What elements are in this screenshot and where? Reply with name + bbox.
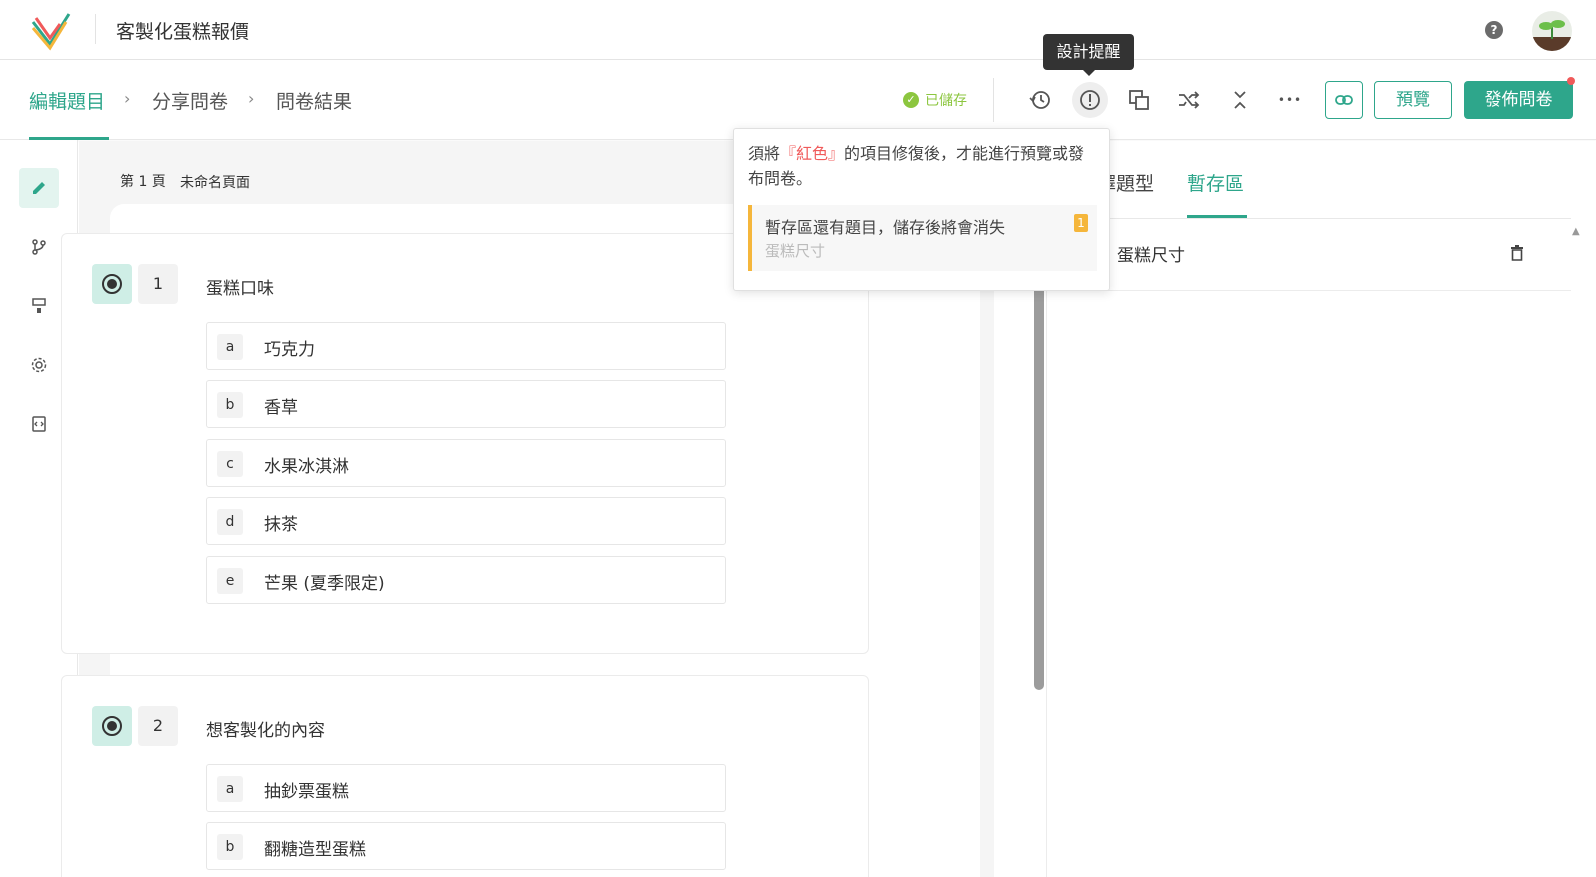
copy-icon[interactable] [1124,85,1154,115]
option-row[interactable]: e 芒果 (夏季限定) [206,556,726,604]
staging-warning-item[interactable]: 蛋糕尺寸 [765,240,825,261]
trash-icon[interactable] [1510,245,1524,265]
question-number: 2 [138,706,178,746]
edit-icon[interactable] [19,168,59,208]
option-text[interactable]: 水果冰淇淋 [264,452,349,477]
code-icon[interactable] [19,404,59,444]
link-icon [1335,95,1353,105]
option-key: b [217,392,243,418]
copy-link-button[interactable] [1325,81,1363,119]
question-title[interactable]: 蛋糕口味 [206,274,274,299]
option-text[interactable]: 芒果 (夏季限定) [264,569,385,594]
survey-title[interactable]: 客製化蛋糕報價 [116,17,249,44]
paint-roller-icon[interactable] [19,286,59,326]
question-number: 1 [138,264,178,304]
tab-divider [1047,218,1571,219]
staging-warning-title: 暫存區還有題目，儲存後將會消失 [765,218,1006,237]
branch-icon[interactable] [19,227,59,267]
step-share-survey[interactable]: 分享問卷 [152,87,228,114]
option-text[interactable]: 巧克力 [264,335,315,360]
question-card[interactable]: 1 蛋糕口味 a 巧克力 b 香草 c 水果冰淇淋 d 抹茶 e 芒果 (夏季限… [61,233,869,654]
history-icon[interactable] [1025,85,1055,115]
gear-icon[interactable] [19,345,59,385]
design-alert-icon[interactable] [1072,82,1108,118]
option-row[interactable]: b 香草 [206,380,726,428]
notification-dot [1567,77,1575,85]
design-reminder-popover: 須將『紅色』的項目修復後，才能進行預覽或發布問卷。 暫存區還有題目，儲存後將會消… [733,128,1110,291]
option-key: b [217,834,243,860]
step-edit-questions[interactable]: 編輯題目 [29,87,105,114]
single-choice-icon[interactable] [92,706,132,746]
step-survey-results[interactable]: 問卷結果 [276,87,352,114]
popover-message-red: 『紅色』 [780,144,845,163]
option-key: a [217,776,243,802]
chevron-right-icon: › [124,89,131,108]
toolbar-divider [993,78,994,122]
shuffle-icon[interactable] [1174,85,1204,115]
option-key: a [217,334,243,360]
right-panel: 擇題型 暫存區 蛋糕尺寸 [1046,141,1596,877]
more-icon[interactable]: ••• [1275,85,1305,115]
staged-question-item[interactable]: 蛋糕尺寸 [1047,221,1571,291]
saved-label: 已儲存 [925,93,967,109]
option-text[interactable]: 抽鈔票蛋糕 [264,777,349,802]
option-key: d [217,509,243,535]
chevron-right-icon: › [248,89,255,108]
tooltip-arrow [1083,70,1095,76]
option-row[interactable]: d 抹茶 [206,497,726,545]
popover-message: 須將『紅色』的項目修復後，才能進行預覽或發布問卷。 [748,141,1098,191]
preview-button[interactable]: 預覽 [1374,81,1452,119]
option-text[interactable]: 抹茶 [264,510,298,535]
scroll-up-icon[interactable]: ▲ [1572,226,1580,237]
tab-staging-area[interactable]: 暫存區 [1187,169,1244,196]
option-text[interactable]: 香草 [264,393,298,418]
top-divider [95,14,96,44]
option-row[interactable]: a 抽鈔票蛋糕 [206,764,726,812]
warning-count-badge: 1 [1074,214,1088,232]
app-logo-icon[interactable] [30,10,72,52]
option-key: c [217,451,243,477]
page-number-label: 第 1 頁 [120,174,166,190]
option-row[interactable]: c 水果冰淇淋 [206,439,726,487]
avatar[interactable] [1532,11,1572,51]
saved-status: ✓ 已儲存 [903,90,967,110]
question-card[interactable]: 2 想客製化的內容 a 抽鈔票蛋糕 b 翻糖造型蛋糕 [61,675,869,877]
page-name[interactable]: 未命名頁面 [180,172,250,192]
collapse-icon[interactable] [1225,85,1255,115]
option-key: e [217,568,243,594]
option-row[interactable]: a 巧克力 [206,322,726,370]
single-choice-icon[interactable] [92,264,132,304]
option-row[interactable]: b 翻糖造型蛋糕 [206,822,726,870]
help-icon[interactable]: ? [1485,21,1503,39]
staged-question-title[interactable]: 蛋糕尺寸 [1117,241,1185,266]
staging-warning[interactable]: 暫存區還有題目，儲存後將會消失 蛋糕尺寸 1 [748,205,1097,271]
top-bar: 客製化蛋糕報價 ? [0,0,1596,60]
canvas-scrollbar[interactable] [1034,282,1044,690]
publish-button[interactable]: 發佈問卷 [1464,81,1573,119]
tooltip: 設計提醒 [1043,34,1134,70]
popover-message-start: 須將 [748,144,781,163]
check-circle-icon: ✓ [903,92,919,108]
question-title[interactable]: 想客製化的內容 [206,716,325,741]
option-text[interactable]: 翻糖造型蛋糕 [264,835,366,860]
